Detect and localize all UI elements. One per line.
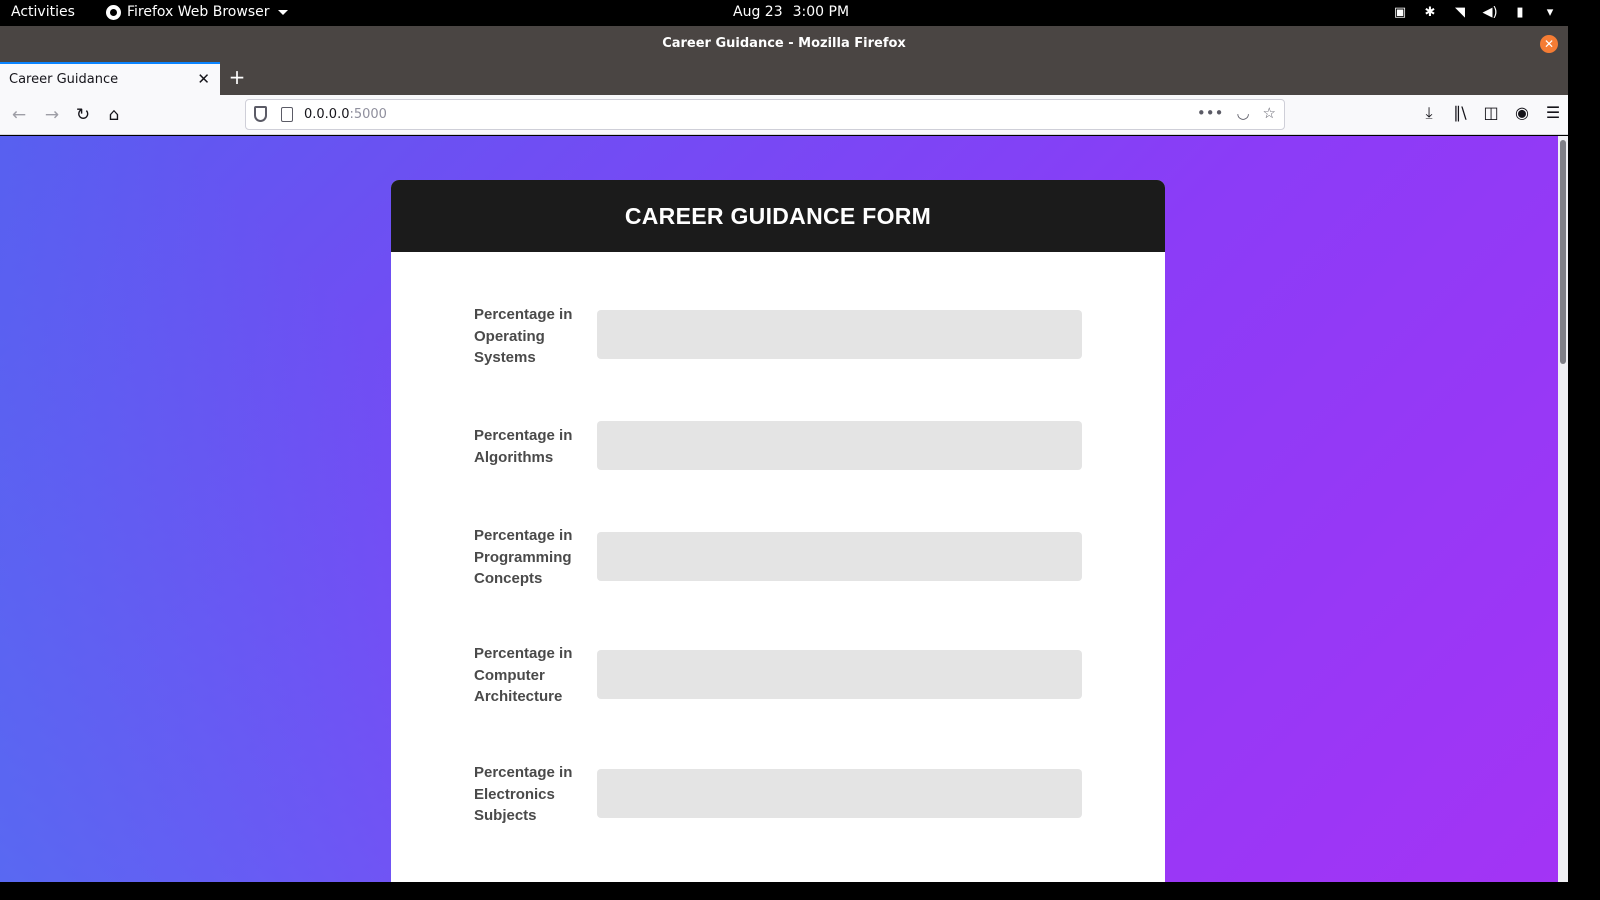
clock[interactable]: Aug 23 3:00 PM <box>733 4 849 20</box>
app-menu-label: Firefox Web Browser <box>127 4 270 20</box>
form-title: CAREER GUIDANCE FORM <box>624 203 932 229</box>
bookmark-star-icon[interactable]: ☆ <box>1263 104 1276 122</box>
home-button[interactable]: ⌂ <box>102 103 126 127</box>
form-header: CAREER GUIDANCE FORM <box>391 180 1165 252</box>
computer-architecture-input[interactable] <box>597 650 1082 699</box>
sidebar-icon[interactable]: ◫ <box>1482 103 1500 123</box>
url-text[interactable]: 0.0.0.0:5000 <box>304 107 387 122</box>
clock-time: 3:00 PM <box>792 4 850 20</box>
scrollbar-thumb[interactable] <box>1560 140 1566 364</box>
chevron-down-icon <box>277 9 288 15</box>
field-label: Percentage in Programming Concepts <box>474 527 573 587</box>
window-title-bar: Career Guidance - Mozilla Firefox ✕ <box>0 26 1568 62</box>
algorithms-input[interactable] <box>597 421 1082 470</box>
programming-concepts-input[interactable] <box>597 532 1082 581</box>
field-label: Percentage in Computer Architecture <box>474 645 573 705</box>
battery-icon[interactable]: ▮ <box>1512 4 1528 20</box>
menu-icon[interactable]: ☰ <box>1544 103 1562 123</box>
url-host: 0.0.0.0 <box>304 107 350 122</box>
app-menu[interactable]: Firefox Web Browser <box>106 4 288 20</box>
wifi-icon[interactable]: ◥ <box>1452 4 1468 20</box>
pocket-icon[interactable]: ◡ <box>1236 104 1249 122</box>
tab-career-guidance[interactable]: Career Guidance ✕ <box>0 62 220 95</box>
close-icon[interactable]: ✕ <box>197 70 210 88</box>
electronics-subjects-input[interactable] <box>597 769 1082 818</box>
system-tray[interactable]: ▣ ✱ ◥ ◀) ▮ ▾ <box>1392 4 1558 20</box>
activities-button[interactable]: Activities <box>11 4 75 20</box>
library-icon[interactable]: ∥\ <box>1451 103 1469 123</box>
field-label: Percentage in Electronics Subjects <box>474 764 573 824</box>
slack-icon[interactable]: ✱ <box>1422 4 1438 20</box>
url-port: :5000 <box>349 107 387 122</box>
page-icon[interactable] <box>281 107 293 122</box>
system-top-bar: Activities Firefox Web Browser Aug 23 3:… <box>0 0 1568 26</box>
clock-date: Aug 23 <box>733 4 783 20</box>
page-actions-icon[interactable]: ••• <box>1197 104 1224 122</box>
chevron-down-icon[interactable]: ▾ <box>1542 4 1558 20</box>
tab-strip: Career Guidance ✕ + <box>0 62 1568 95</box>
window-title: Career Guidance - Mozilla Firefox <box>662 36 906 51</box>
shield-icon[interactable] <box>254 106 267 122</box>
back-button[interactable]: ← <box>7 103 31 127</box>
window-close-button[interactable]: ✕ <box>1540 35 1558 53</box>
reload-button[interactable]: ↻ <box>71 103 95 127</box>
account-icon[interactable]: ◉ <box>1513 103 1531 123</box>
display-icon[interactable]: ▣ <box>1392 4 1408 20</box>
volume-icon[interactable]: ◀) <box>1482 4 1498 20</box>
downloads-icon[interactable]: ⤓ <box>1420 103 1438 123</box>
field-label: Percentage in Operating Systems <box>474 306 573 366</box>
navigation-toolbar: ← → ↻ ⌂ 0.0.0.0:5000 ••• ◡ ☆ ⤓ ∥\ ◫ ◉ ☰ <box>0 95 1568 135</box>
page-viewport: CAREER GUIDANCE FORM Percentage in Opera… <box>0 136 1558 882</box>
new-tab-button[interactable]: + <box>227 65 247 89</box>
firefox-icon <box>106 4 121 20</box>
forward-button[interactable]: → <box>40 103 64 127</box>
career-form-card: CAREER GUIDANCE FORM Percentage in Opera… <box>391 180 1165 882</box>
page-scrollbar[interactable] <box>1558 136 1568 882</box>
operating-systems-input[interactable] <box>597 310 1082 359</box>
field-label: Percentage in Algorithms <box>474 427 573 466</box>
tab-label: Career Guidance <box>9 72 119 87</box>
url-bar[interactable]: 0.0.0.0:5000 ••• ◡ ☆ <box>245 99 1285 130</box>
